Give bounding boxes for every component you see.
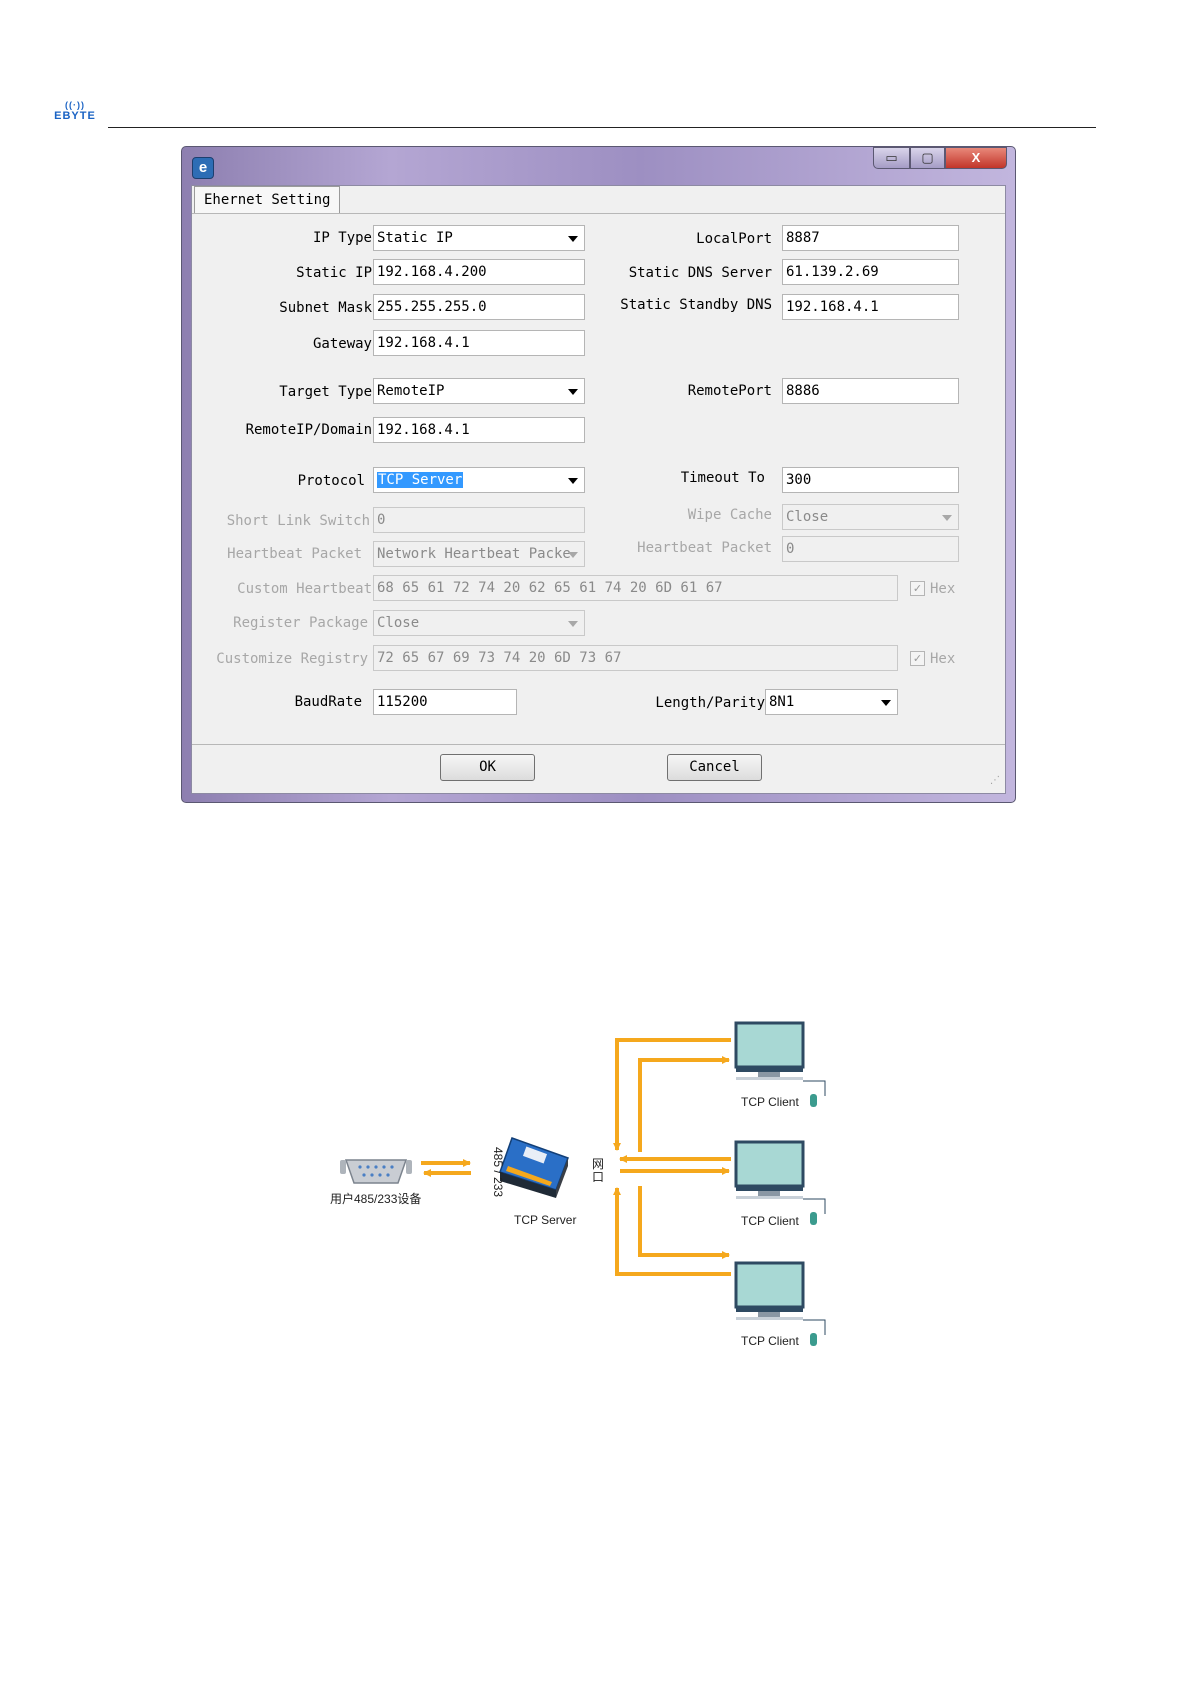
- length-parity-value: 8N1: [769, 694, 795, 710]
- static-dns-field[interactable]: 61.139.2.69: [782, 259, 959, 285]
- wipe-cache-select[interactable]: Close: [782, 504, 959, 530]
- static-ip-label: Static IP: [296, 265, 372, 281]
- remote-ip-label: RemoteIP/Domain: [245, 422, 372, 438]
- chevron-down-icon: [568, 389, 578, 395]
- custom-heartbeat-hex-checkbox[interactable]: ✓: [910, 581, 925, 596]
- wipe-cache-label: Wipe Cache: [687, 507, 772, 523]
- chevron-down-icon: [568, 236, 578, 242]
- custom-heartbeat-label: Custom Heartbeat: [237, 581, 372, 597]
- minimize-button[interactable]: ▭: [873, 147, 910, 169]
- chevron-down-icon: [568, 621, 578, 627]
- remote-port-label: RemotePort: [687, 383, 772, 399]
- local-port-field[interactable]: 8887: [782, 225, 959, 251]
- chevron-down-icon: [942, 515, 952, 521]
- custom-heartbeat-hex-label: Hex: [930, 581, 956, 597]
- heartbeat-packet-value-field[interactable]: 0: [782, 536, 959, 562]
- gateway-field[interactable]: 192.168.4.1: [373, 330, 585, 356]
- register-package-select[interactable]: Close: [373, 610, 585, 636]
- standby-dns-label: Static Standby DNS: [620, 297, 772, 313]
- ip-type-select[interactable]: Static IP: [373, 225, 585, 251]
- interface-label: 485 / 233: [491, 1147, 505, 1198]
- static-dns-label: Static DNS Server: [628, 265, 772, 281]
- protocol-label: Protocol: [297, 473, 365, 489]
- ok-button[interactable]: OK: [440, 754, 535, 781]
- client-3-to-server-arrow: [613, 1187, 731, 1276]
- register-package-value: Close: [377, 615, 420, 631]
- customize-registry-label: Customize Registry: [216, 651, 368, 667]
- customize-registry-field[interactable]: 72 65 67 69 73 74 20 6D 73 67: [373, 645, 898, 671]
- network-topology-diagram: [340, 1021, 826, 1346]
- header-divider: [108, 127, 1096, 128]
- heartbeat-packet-select[interactable]: Network Heartbeat Packe: [373, 541, 585, 567]
- wipe-cache-value: Close: [786, 509, 829, 525]
- tab-divider: [192, 213, 1005, 214]
- logo-text: EBYTE: [54, 110, 96, 122]
- tcp-client-1-label: TCP Client: [741, 1095, 799, 1109]
- remote-port-field[interactable]: 8886: [782, 378, 959, 404]
- tcp-server-label: TCP Server: [514, 1213, 577, 1227]
- tcp-server-device-icon: [499, 1137, 569, 1198]
- client-computer-2-icon: [734, 1140, 826, 1225]
- chevron-down-icon: [881, 700, 891, 706]
- length-parity-select[interactable]: 8N1: [765, 689, 898, 715]
- timeout-field[interactable]: 300: [782, 467, 959, 493]
- static-ip-field[interactable]: 192.168.4.200: [373, 259, 585, 285]
- customize-registry-hex-checkbox[interactable]: ✓: [910, 651, 925, 666]
- app-icon: e: [192, 157, 214, 179]
- target-type-select[interactable]: RemoteIP: [373, 378, 585, 404]
- tcp-client-3-label: TCP Client: [741, 1334, 799, 1348]
- baud-rate-label: BaudRate: [294, 694, 362, 710]
- resize-grip-icon[interactable]: ⋰: [990, 776, 1000, 786]
- heartbeat-packet-value-label: Heartbeat Packet: [637, 540, 772, 556]
- protocol-value: TCP Server: [377, 472, 464, 488]
- ip-type-label: IP Type: [312, 230, 372, 246]
- cancel-button[interactable]: Cancel: [667, 754, 762, 781]
- customize-registry-hex-label: Hex: [930, 651, 956, 667]
- subnet-mask-field[interactable]: 255.255.255.0: [373, 294, 585, 320]
- subnet-mask-label: Subnet Mask: [279, 300, 372, 316]
- short-link-label: Short Link Switch: [226, 513, 370, 529]
- baud-rate-field[interactable]: 115200: [373, 689, 517, 715]
- protocol-select[interactable]: TCP Server: [373, 467, 585, 493]
- heartbeat-packet-value: Network Heartbeat Packe: [377, 546, 571, 562]
- short-link-field[interactable]: 0: [373, 507, 585, 533]
- chevron-down-icon: [568, 478, 578, 484]
- tab-ethernet-setting[interactable]: Ehernet Setting: [194, 186, 341, 214]
- chevron-down-icon: [568, 552, 578, 558]
- heartbeat-packet-label: Heartbeat Packet: [227, 546, 362, 562]
- maximize-button[interactable]: ▢: [910, 147, 945, 169]
- timeout-label: Timeout To: [680, 470, 765, 486]
- length-parity-label: Length/Parity: [655, 695, 765, 711]
- ip-type-value: Static IP: [377, 230, 453, 246]
- server-to-client-1-arrow: [638, 1056, 730, 1152]
- tcp-client-2-label: TCP Client: [741, 1214, 799, 1228]
- gateway-label: Gateway: [312, 336, 372, 352]
- standby-dns-field[interactable]: 192.168.4.1: [782, 294, 959, 320]
- ethernet-port-label: 网口: [592, 1157, 605, 1184]
- custom-heartbeat-field[interactable]: 68 65 61 72 74 20 62 65 61 74 20 6D 61 6…: [373, 575, 898, 601]
- ebyte-logo: ((·)) EBYTE: [50, 100, 100, 128]
- local-port-label: LocalPort: [696, 231, 772, 247]
- ethernet-setting-window: e ▭ ▢ X Ehernet Setting IP Type Static I…: [181, 146, 1016, 803]
- dialog-button-bar: OK Cancel: [192, 744, 1005, 794]
- close-button[interactable]: X: [945, 147, 1007, 169]
- server-to-client-3-arrow: [638, 1186, 730, 1259]
- dialog-client-area: Ehernet Setting IP Type Static IP Static…: [191, 185, 1006, 794]
- register-package-label: Register Package: [233, 615, 368, 631]
- wireless-signal-icon: ((·)): [65, 100, 85, 110]
- target-type-value: RemoteIP: [377, 383, 445, 399]
- target-type-label: Target Type: [279, 384, 372, 400]
- serial-connector-icon: [340, 1159, 412, 1184]
- ethernet-links: [613, 1038, 731, 1276]
- client-1-to-server-arrow: [613, 1038, 731, 1151]
- user-device-label: 用户485/233设备: [330, 1192, 422, 1206]
- remote-ip-field[interactable]: 192.168.4.1: [373, 417, 585, 443]
